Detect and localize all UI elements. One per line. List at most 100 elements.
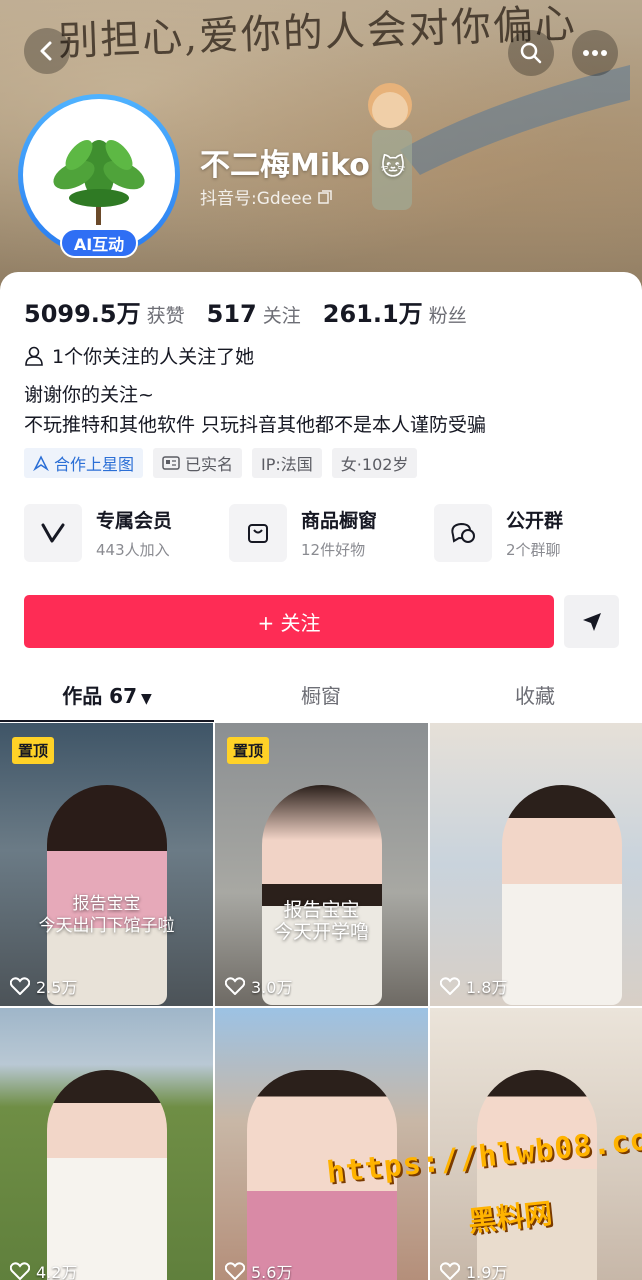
bio-line: 谢谢你的关注~	[24, 384, 154, 406]
ai-interaction-badge[interactable]: AI互动	[60, 228, 138, 258]
search-icon	[520, 42, 542, 64]
tab-label: 橱窗	[301, 684, 341, 708]
more-button[interactable]	[572, 30, 618, 76]
likes-count: 3.0万	[251, 978, 293, 997]
more-dots-icon	[583, 50, 607, 56]
stat-label: 获赞	[146, 305, 185, 327]
tab-showcase[interactable]: 橱窗	[214, 672, 428, 722]
video-tile[interactable]: 4.2万	[0, 1008, 213, 1280]
video-caption: 报告宝宝 今天开学噜	[215, 899, 428, 943]
stat-label: 粉丝	[428, 305, 467, 327]
likes-count: 1.9万	[466, 1263, 508, 1280]
video-thumbnail	[502, 785, 623, 1006]
profile-name: 不二梅Miko 🐱	[200, 140, 405, 184]
tag-verified: 已实名	[153, 448, 243, 478]
stat-followers[interactable]: 261.1万 粉丝	[323, 294, 467, 329]
service-membership[interactable]: 专属会员 443人加入	[24, 504, 214, 562]
share-button[interactable]	[564, 595, 619, 648]
profile-id-text: 抖音号:Gdeee	[200, 189, 313, 209]
profile-name-text: 不二梅Miko	[200, 148, 370, 183]
video-likes: 5.6万	[225, 1259, 292, 1280]
service-shop[interactable]: 商品橱窗 12件好物	[229, 504, 419, 562]
profile-banner: 别担心,爱你的人会对你偏心 AI互动 不二梅Miko 🐱 抖音号:Gdeee	[0, 0, 642, 300]
profile-bio: 谢谢你的关注~ 不玩推特和其他软件 只玩抖音其他都不是本人谨防受骗	[24, 380, 486, 440]
v-icon	[24, 504, 82, 562]
heart-icon	[440, 1262, 460, 1280]
heart-icon	[440, 977, 460, 995]
likes-count: 5.6万	[251, 1263, 293, 1280]
caret-down-icon: ▼	[141, 691, 152, 707]
stat-value: 5099.5万	[24, 300, 141, 328]
service-row: 专属会员 443人加入 商品橱窗 12件好物 公开群 2个群聊	[24, 504, 624, 562]
video-likes: 2.5万	[10, 974, 77, 998]
likes-count: 1.8万	[466, 978, 508, 997]
tag-gender-age: 女·102岁	[331, 448, 418, 478]
stat-likes: 5099.5万 获赞	[24, 294, 185, 329]
caption-line: 今天出门下馆子啦	[38, 916, 175, 936]
chat-bubbles-icon	[434, 504, 492, 562]
video-caption: 报告宝宝 今天出门下馆子啦	[0, 893, 213, 937]
stat-value: 517	[206, 300, 257, 328]
video-thumbnail	[46, 1070, 167, 1280]
pinned-badge: 置顶	[227, 737, 270, 764]
service-title: 公开群	[506, 510, 564, 532]
cat-emoji-icon: 🐱	[380, 153, 406, 181]
likes-count: 4.2万	[36, 1263, 78, 1280]
video-likes: 4.2万	[10, 1259, 77, 1280]
id-card-icon	[162, 456, 180, 470]
tag-label: 女·102岁	[340, 455, 409, 474]
profile-tags: 合作上星图 已实名 IP:法国 女·102岁	[24, 448, 418, 478]
heart-icon	[10, 977, 30, 995]
profile-tabs: 作品 67 ▼ 橱窗 收藏	[0, 672, 642, 722]
heart-icon	[225, 1262, 245, 1280]
bio-line: 不玩推特和其他软件 只玩抖音其他都不是本人谨防受骗	[24, 414, 487, 436]
video-tile[interactable]: 5.6万	[215, 1008, 428, 1280]
caption-line: 报告宝宝	[283, 899, 360, 921]
back-button[interactable]	[24, 28, 70, 74]
tab-favorites[interactable]: 收藏	[428, 672, 642, 722]
video-tile[interactable]: 1.8万	[430, 723, 642, 1006]
tab-label: 作品 67	[62, 684, 137, 708]
profile-id[interactable]: 抖音号:Gdeee	[200, 184, 332, 209]
stat-value: 261.1万	[322, 300, 423, 328]
mutual-follow-text: 1个你关注的人关注了她	[52, 346, 255, 368]
service-title: 专属会员	[96, 510, 173, 532]
follow-button-label: + 关注	[257, 611, 321, 635]
mutual-follow[interactable]: 1个你关注的人关注了她	[24, 342, 254, 369]
video-tile[interactable]: 置顶 报告宝宝 今天出门下馆子啦 2.5万	[0, 723, 213, 1006]
star-map-icon	[33, 455, 49, 471]
tag-label: 已实名	[185, 455, 234, 474]
heart-icon	[10, 1262, 30, 1280]
tab-label: 收藏	[515, 684, 555, 708]
banner-text: 别担心,爱你的人会对你偏心	[57, 0, 578, 66]
caption-line: 报告宝宝	[72, 894, 141, 914]
tag-star-map[interactable]: 合作上星图	[24, 448, 144, 478]
tag-label: 合作上星图	[54, 455, 135, 474]
service-title: 商品橱窗	[301, 510, 378, 532]
shopping-bag-icon	[229, 504, 287, 562]
tag-label: IP:法国	[261, 455, 313, 474]
copy-icon	[318, 189, 332, 204]
profile-card: 5099.5万 获赞 517 关注 261.1万 粉丝 1个你关注的人关注了她 谢谢你…	[0, 272, 642, 1280]
video-likes: 1.8万	[440, 974, 507, 998]
stat-following[interactable]: 517 关注	[207, 300, 301, 328]
video-likes: 3.0万	[225, 974, 292, 998]
service-sub: 443人加入	[96, 541, 170, 559]
video-likes: 1.9万	[440, 1259, 507, 1280]
likes-count: 2.5万	[36, 978, 78, 997]
heart-icon	[225, 977, 245, 995]
video-tile[interactable]: 置顶 报告宝宝 今天开学噜 3.0万	[215, 723, 428, 1006]
video-thumbnail	[476, 1070, 597, 1280]
tab-works[interactable]: 作品 67 ▼	[0, 672, 214, 722]
service-sub: 2个群聊	[506, 541, 561, 559]
service-sub: 12件好物	[301, 541, 366, 559]
chevron-left-icon	[40, 41, 52, 61]
caption-line: 今天开学噜	[273, 921, 369, 943]
search-button[interactable]	[508, 30, 554, 76]
video-thumbnail	[261, 785, 382, 1006]
pinned-badge: 置顶	[12, 737, 55, 764]
follow-button[interactable]: + 关注	[24, 595, 554, 648]
tag-ip: IP:法国	[252, 448, 322, 478]
profile-stats: 5099.5万 获赞 517 关注 261.1万 粉丝	[24, 294, 467, 329]
service-group[interactable]: 公开群 2个群聊	[434, 504, 624, 562]
